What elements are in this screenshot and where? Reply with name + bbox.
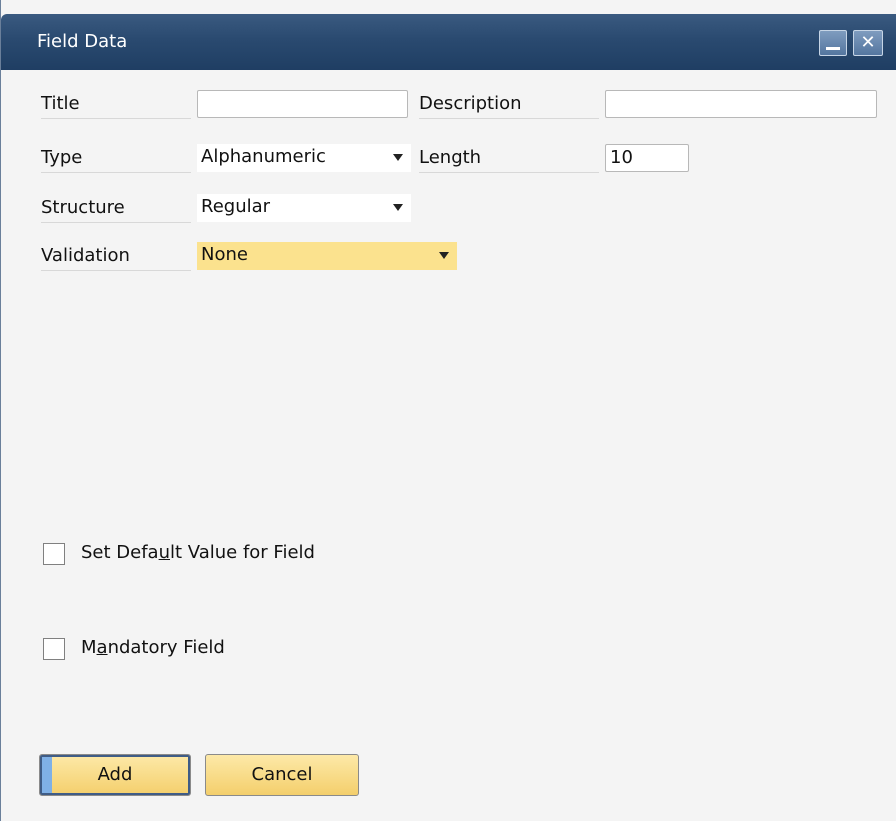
close-icon: ✕ [860,32,876,53]
focus-indicator [42,757,52,793]
type-dropdown[interactable]: Alphanumeric [197,144,411,172]
close-button[interactable]: ✕ [853,30,883,56]
mandatory-label-suffix: ndatory Field [107,637,225,658]
title-label: Title [41,90,191,119]
validation-label: Validation [41,242,191,271]
type-label: Type [41,144,191,173]
mandatory-label[interactable]: Mandatory Field [81,637,225,658]
dropdown-arrow-icon [439,252,449,259]
structure-label: Structure [41,194,191,223]
cancel-button-label: Cancel [251,764,313,785]
dropdown-arrow-icon [393,154,403,161]
validation-dropdown[interactable]: None [197,242,457,270]
add-button-label: Add [97,764,133,785]
mandatory-checkbox[interactable] [43,638,65,660]
structure-value: Regular [201,196,271,217]
mandatory-label-prefix: M [81,637,97,658]
description-label: Description [419,90,599,119]
mandatory-label-accelerator: a [96,637,108,658]
default-value-label-suffix: lt Value for Field [170,542,315,563]
field-data-dialog: Field Data ✕ Title Description Type Alph… [0,0,896,821]
type-value: Alphanumeric [201,146,326,167]
default-value-label-prefix: Set Defa [81,542,159,563]
description-input[interactable] [605,90,877,118]
default-value-label-accelerator: u [158,542,171,563]
default-value-label[interactable]: Set Default Value for Field [81,542,315,563]
default-value-checkbox[interactable] [43,543,65,565]
add-button[interactable]: Add [39,754,191,796]
title-input[interactable] [197,90,408,118]
length-input[interactable]: 10 [605,144,689,172]
validation-value: None [201,244,248,265]
cancel-button[interactable]: Cancel [205,754,359,796]
window-title: Field Data [37,31,128,52]
length-label: Length [419,144,599,173]
minimize-button[interactable] [819,30,847,56]
structure-dropdown[interactable]: Regular [197,194,411,222]
dropdown-arrow-icon [393,204,403,211]
title-bar[interactable]: Field Data ✕ [1,14,896,70]
minimize-icon [826,47,840,50]
